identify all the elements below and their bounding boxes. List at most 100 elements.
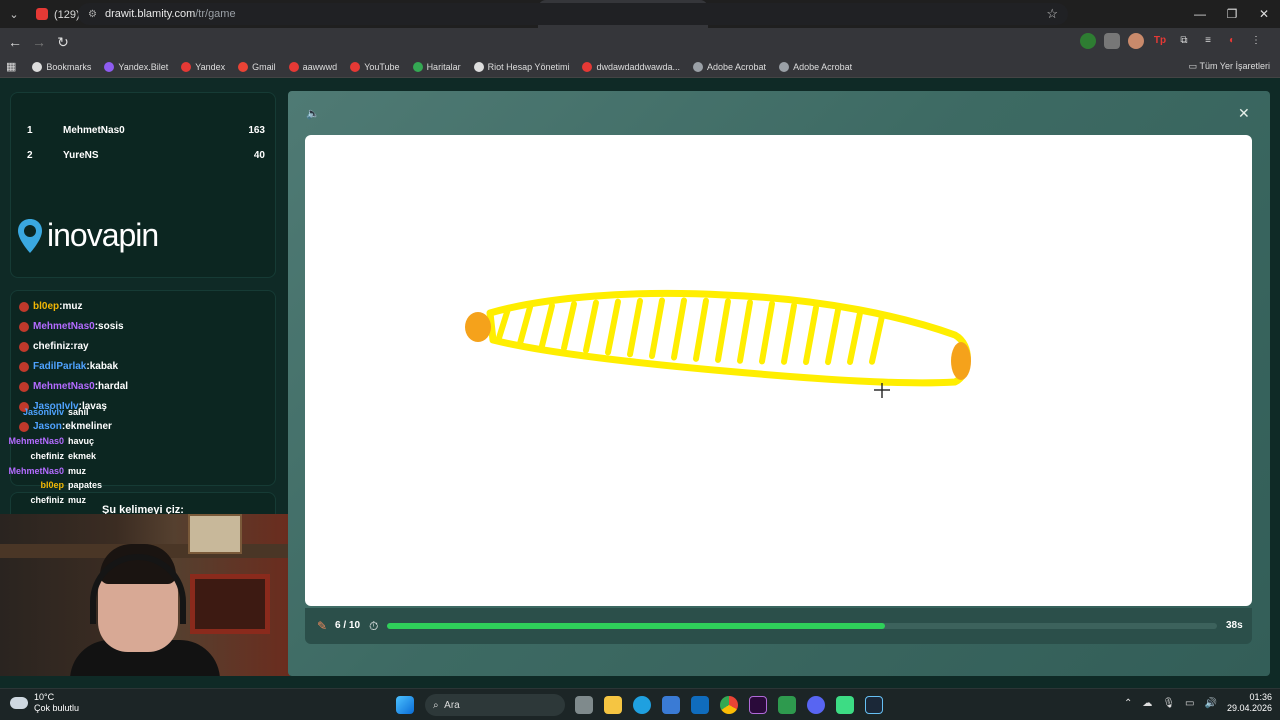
overlay-message: papates [68, 480, 103, 490]
bookmark-label: aawwwd [302, 61, 338, 72]
bookmark-favicon-icon [412, 61, 423, 72]
bookmark-item[interactable]: Adobe Acrobat [779, 61, 853, 72]
rank: 2 [27, 150, 33, 161]
close-window-button[interactable]: ✕ [1248, 0, 1280, 28]
clock[interactable]: 01:36 29.04.2026 [1227, 692, 1272, 714]
chat-text: ekmeliner [65, 421, 112, 432]
overlay-username: JasonIvlv [22, 407, 64, 417]
url-path: /tr/game [195, 8, 236, 20]
chat-message: bl0ep: muz [19, 301, 82, 312]
chat-username[interactable]: MehmetNas0 [33, 381, 95, 392]
bookmark-label: Adobe Acrobat [707, 61, 767, 72]
user-badge-icon [19, 421, 29, 432]
hatch-stroke [715, 298, 731, 363]
onedrive-icon[interactable]: ☁ [1142, 698, 1152, 709]
edge-icon[interactable] [633, 696, 651, 714]
sound-icon[interactable]: 🔈 [306, 107, 320, 120]
overlay-chat-row: chefiniz muz [0, 495, 86, 505]
hatch-stroke [825, 307, 841, 366]
shield-extension-icon[interactable] [1080, 33, 1096, 49]
cloud-icon [10, 697, 28, 709]
sponsor-logo: inovapin [17, 217, 159, 254]
bookmark-item[interactable]: Gmail [238, 61, 276, 72]
file-explorer-icon[interactable] [604, 696, 622, 714]
bookmark-item[interactable]: Bookmarks [32, 61, 91, 72]
tray-chevron-icon[interactable]: ⌃ [1124, 698, 1132, 709]
chat-text: muz [62, 301, 83, 312]
hatch-stroke [539, 302, 555, 349]
back-button[interactable]: ← [3, 34, 27, 50]
bookmark-item[interactable]: YouTube [350, 61, 400, 72]
task-view-icon[interactable] [575, 696, 593, 714]
bookmark-favicon-icon [104, 61, 115, 72]
menu-icon[interactable]: ⋮ [1248, 33, 1264, 49]
weather-widget[interactable]: 10°C Çok bulutlu [10, 692, 79, 714]
bookmark-item[interactable]: aawwwd [288, 61, 338, 72]
premiere-icon[interactable] [749, 696, 767, 714]
volume-icon[interactable]: 🔊 [1205, 698, 1217, 709]
forward-button[interactable]: → [27, 34, 51, 50]
drawing-canvas[interactable] [305, 135, 1252, 606]
bookmark-favicon-icon [582, 61, 593, 72]
taskbar-apps: ⌕ Ara [396, 694, 894, 716]
bookmark-star-icon[interactable]: ☆ [1046, 6, 1058, 22]
tab-search-button[interactable]: ⌄ [0, 8, 28, 21]
discord-icon[interactable] [807, 696, 825, 714]
bookmark-favicon-icon [779, 61, 790, 72]
display-icon[interactable]: ▭ [1185, 698, 1194, 709]
map-pin-icon [18, 218, 42, 253]
chrome-icon[interactable] [720, 696, 738, 714]
reload-button[interactable]: ↻ [51, 34, 75, 51]
chat-username[interactable]: MehmetNas0 [33, 321, 95, 332]
bookmark-label: Adobe Acrobat [793, 61, 853, 72]
close-icon[interactable]: ✕ [1238, 105, 1250, 122]
store-icon[interactable] [662, 696, 680, 714]
minimize-button[interactable]: — [1184, 0, 1216, 28]
outlook-icon[interactable] [691, 696, 709, 714]
bookmark-item[interactable]: Haritalar [412, 61, 461, 72]
hatch-stroke [649, 297, 665, 360]
chat-username[interactable]: FadilParlak [33, 361, 86, 372]
avatar-extension-icon[interactable] [1128, 33, 1144, 49]
extensions-area: Tp ⧉ ≡ ◐ ⋮ [1080, 33, 1264, 49]
all-bookmarks-link[interactable]: ▭ Tüm Yer İşaretleri [1189, 61, 1270, 72]
chat-username[interactable]: Jason [33, 421, 62, 432]
chat-message: FadilParlak: kabak [19, 361, 118, 372]
chat-username[interactable]: bl0ep [33, 301, 59, 312]
bookmark-favicon-icon [473, 61, 484, 72]
address-bar[interactable]: ⚙ drawit.blamity.com/tr/game ☆ [78, 3, 1068, 25]
chat-text: sosis [98, 321, 124, 332]
tp-extension-icon[interactable]: Tp [1152, 33, 1168, 49]
search-placeholder: Ara [444, 699, 460, 711]
leaderboard-row: 1 MehmetNas0 163 [27, 125, 265, 136]
chat-username[interactable]: chefiniz [33, 341, 70, 352]
app-icon[interactable] [778, 696, 796, 714]
bookmark-item[interactable]: Riot Hesap Yönetimi [473, 61, 569, 72]
site-info-icon[interactable]: ⚙ [88, 9, 97, 20]
overlay-username: MehmetNas0 [8, 436, 64, 446]
overlay-message: muz [68, 495, 86, 505]
bookmark-label: Haritalar [426, 61, 461, 72]
apps-grid-icon[interactable]: ▦ [6, 60, 16, 73]
bookmark-label: Yandex.Bilet [118, 61, 169, 72]
bookmark-favicon-icon [181, 61, 192, 72]
media-control-icon[interactable]: ≡ [1200, 33, 1216, 49]
app-green-icon[interactable] [836, 696, 854, 714]
puzzle-extensions-icon[interactable]: ⧉ [1176, 33, 1192, 49]
bookmark-favicon-icon [288, 61, 299, 72]
restore-button[interactable]: ❐ [1216, 0, 1248, 28]
banana-right-tip [951, 342, 971, 380]
microphone-icon[interactable]: 🎙 [1162, 698, 1175, 709]
user-badge-icon [19, 361, 29, 372]
bookmark-item[interactable]: Adobe Acrobat [693, 61, 767, 72]
extension-icon[interactable] [1104, 33, 1120, 49]
bookmark-item[interactable]: Yandex.Bilet [104, 61, 169, 72]
start-icon[interactable] [396, 696, 414, 714]
bookmark-item[interactable]: dwdawdaddwawda... [582, 61, 680, 72]
bookmark-item[interactable]: Yandex [181, 61, 225, 72]
steam-icon[interactable] [865, 696, 883, 714]
leaderboard-panel: 1 MehmetNas0 163 2 YureNS 40 inovapin [10, 92, 276, 278]
taskbar-search[interactable]: ⌕ Ara [425, 694, 565, 716]
profile-icon[interactable]: ◐ [1224, 33, 1240, 49]
overlay-message: muz [68, 466, 86, 476]
